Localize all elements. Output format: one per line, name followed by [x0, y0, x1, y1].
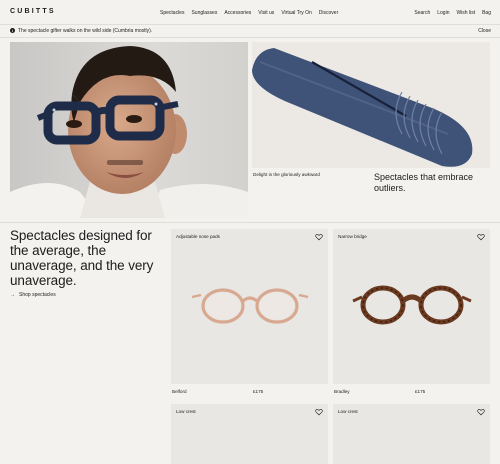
product-price: £175: [415, 389, 426, 394]
account-menu: Search Login Wish list Bag: [414, 10, 491, 16]
arrow-right-icon: →: [10, 292, 15, 298]
banner-close-button[interactable]: Close: [478, 28, 491, 34]
wish-list-link[interactable]: Wish list: [456, 10, 475, 16]
announcement-banner: i The spectacle gifter walks on the wild…: [0, 24, 500, 38]
case-heading: Spectacles that embrace outliers.: [374, 172, 474, 193]
portrait-illustration: [10, 42, 248, 218]
nav-spectacles[interactable]: Spectacles: [160, 10, 184, 16]
product-tag: Low crest: [338, 409, 358, 414]
product-card-belford[interactable]: Adjustable nose pads: [171, 229, 328, 384]
hero-portrait-image: [10, 42, 248, 218]
login-link[interactable]: Login: [437, 10, 449, 16]
product-price: £175: [253, 389, 264, 394]
nav-visit-us[interactable]: Visit us: [258, 10, 274, 16]
nav-accessories[interactable]: Accessories: [224, 10, 251, 16]
brand-logo[interactable]: CUBITTS: [10, 8, 56, 15]
glasses-case-image: [252, 42, 490, 168]
shop-link-label: Shop spectacles: [19, 292, 56, 298]
product-name[interactable]: Belford: [172, 389, 187, 394]
search-link[interactable]: Search: [414, 10, 430, 16]
top-navigation: CUBITTS Spectacles Sunglasses Accessorie…: [0, 0, 500, 24]
nav-discover[interactable]: Discover: [319, 10, 338, 16]
bradley-glasses-image: [352, 285, 472, 325]
intro-headline: Spectacles designed for the average, the…: [10, 228, 154, 288]
nav-sunglasses[interactable]: Sunglasses: [191, 10, 217, 16]
bag-link[interactable]: Bag: [482, 10, 491, 16]
case-illustration: [252, 42, 490, 168]
product-card-low-crest-2[interactable]: Low crest: [333, 404, 490, 464]
section-divider: [0, 222, 500, 223]
shop-spectacles-link[interactable]: → Shop spectacles: [10, 292, 56, 298]
heart-icon[interactable]: [477, 408, 485, 416]
product-card-low-crest-1[interactable]: Low crest: [171, 404, 328, 464]
main-menu: Spectacles Sunglasses Accessories Visit …: [160, 10, 338, 16]
info-icon: i: [10, 28, 15, 33]
product-name[interactable]: Bradley: [334, 389, 350, 394]
belford-glasses-image: [191, 288, 309, 324]
product-tag: Low crest: [176, 409, 196, 414]
case-caption: Delight in the gloriously awkward: [253, 172, 320, 177]
nav-virtual-try-on[interactable]: Virtual Try On: [281, 10, 311, 16]
product-card-bradley[interactable]: Narrow bridge: [333, 229, 490, 384]
heart-icon[interactable]: [315, 408, 323, 416]
banner-message[interactable]: The spectacle gifter walks on the wild s…: [18, 28, 152, 34]
